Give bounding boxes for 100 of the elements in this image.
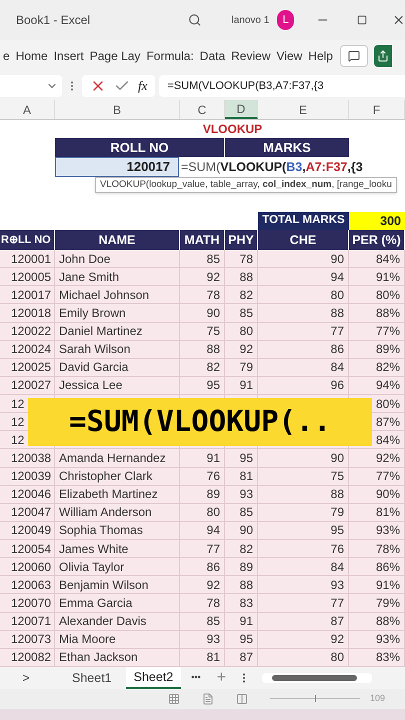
table-cell: 76 bbox=[180, 468, 225, 485]
table-cell: 120017 bbox=[0, 286, 55, 304]
table-cell: 89 bbox=[225, 558, 258, 576]
table-cell: 89% bbox=[349, 340, 405, 358]
ribbon-tab[interactable]: Formula: bbox=[143, 43, 197, 69]
table-cell: 94 bbox=[180, 522, 225, 539]
table-cell: Emma Garcia bbox=[55, 594, 180, 612]
table-cell: Alexander Davis bbox=[55, 612, 180, 630]
column-header[interactable]: A bbox=[0, 100, 55, 119]
table-cell: 77 bbox=[258, 594, 349, 612]
table-cell: William Anderson bbox=[55, 504, 180, 521]
column-header[interactable]: F bbox=[349, 100, 405, 119]
ribbon-tab[interactable]: Insert bbox=[50, 43, 87, 69]
table-cell: 77% bbox=[349, 322, 405, 340]
table-cell: 84% bbox=[349, 250, 405, 268]
table-cell: 120049 bbox=[0, 522, 55, 539]
table-cell: Emily Brown bbox=[55, 304, 180, 322]
table-cell: Mia Moore bbox=[55, 630, 180, 648]
table-cell: 120073 bbox=[0, 630, 55, 648]
cell-editor[interactable]: =SUM(VLOOKUP(B3,A7:F37,{3 bbox=[179, 157, 363, 177]
table-cell: 83% bbox=[349, 648, 405, 666]
table-header: MARKS bbox=[225, 138, 349, 157]
table-cell: 95 bbox=[225, 449, 258, 466]
table-cell: 95 bbox=[258, 522, 349, 539]
table-cell: 80 bbox=[225, 322, 258, 340]
table-cell: 88 bbox=[258, 304, 349, 322]
table-cell: 92 bbox=[180, 268, 225, 286]
sheet-tab[interactable]: Sheet2 bbox=[126, 666, 182, 689]
table-cell: 87 bbox=[258, 612, 349, 630]
avatar: L bbox=[277, 10, 294, 30]
table-cell: 86 bbox=[258, 340, 349, 358]
table-cell: 76 bbox=[258, 540, 349, 558]
table-cell: 88 bbox=[225, 576, 258, 594]
ribbon-tab[interactable]: Help bbox=[305, 43, 336, 69]
table-cell: Daniel Martinez bbox=[55, 322, 180, 340]
table-cell: 120070 bbox=[0, 594, 55, 612]
table-cell: 83 bbox=[225, 594, 258, 612]
table-cell: 85 bbox=[180, 612, 225, 630]
maximize-icon[interactable] bbox=[357, 14, 368, 26]
table-cell: 91% bbox=[349, 268, 405, 286]
table-cell: 120071 bbox=[0, 612, 55, 630]
table-cell: 120046 bbox=[0, 486, 55, 503]
table-cell: Olivia Taylor bbox=[55, 558, 180, 576]
table-cell: 79% bbox=[349, 594, 405, 612]
share-button[interactable] bbox=[374, 45, 392, 67]
ribbon-tab[interactable]: Data bbox=[196, 43, 228, 69]
table-cell: 78 bbox=[225, 250, 258, 268]
function-icon[interactable]: fx bbox=[138, 76, 148, 96]
table-header: R⊕LL NO bbox=[1, 232, 51, 248]
ribbon-tab[interactable]: View bbox=[274, 43, 306, 69]
table-cell: 79 bbox=[258, 504, 349, 521]
table-cell: 78% bbox=[349, 540, 405, 558]
more-sheets-button[interactable]: ••• bbox=[191, 671, 201, 685]
table-cell: 85 bbox=[225, 304, 258, 322]
table-cell: Michael Johnson bbox=[55, 286, 180, 304]
table-cell: 80 bbox=[258, 286, 349, 304]
table-cell: 79 bbox=[225, 358, 258, 376]
table-header: MATH bbox=[184, 232, 220, 249]
table-cell: 95 bbox=[225, 630, 258, 648]
sheet-tab[interactable]: Sheet1 bbox=[64, 666, 120, 689]
table-cell: 92% bbox=[349, 449, 405, 466]
ribbon-tab[interactable]: e bbox=[0, 43, 13, 69]
sheet-nav-button[interactable]: > bbox=[16, 668, 36, 688]
search-icon[interactable] bbox=[188, 12, 202, 28]
table-cell: 78 bbox=[180, 594, 225, 612]
table-cell: 87 bbox=[225, 648, 258, 666]
table-cell: 77% bbox=[349, 468, 405, 485]
table-cell: 96 bbox=[258, 376, 349, 394]
table-cell: Ethan Jackson bbox=[55, 648, 180, 666]
table-cell: 120025 bbox=[0, 358, 55, 376]
table-cell: 78 bbox=[180, 286, 225, 304]
table-cell: 81 bbox=[225, 468, 258, 485]
table-cell: 92 bbox=[258, 630, 349, 648]
ribbon-tab[interactable]: Page Lay bbox=[86, 43, 144, 69]
table-header: ROLL NO bbox=[55, 138, 225, 157]
column-header[interactable]: E bbox=[258, 100, 349, 119]
table-cell: 120054 bbox=[0, 540, 55, 558]
window-title: Book1 - Excel bbox=[16, 12, 90, 29]
table-cell: 120005 bbox=[0, 268, 55, 286]
table-cell: 80% bbox=[349, 286, 405, 304]
table-cell: 120022 bbox=[0, 322, 55, 340]
table-cell: 120001 bbox=[0, 250, 55, 268]
column-header[interactable]: D bbox=[225, 100, 258, 119]
table-cell: Amanda Hernandez bbox=[55, 449, 180, 466]
ribbon-tab[interactable]: Home bbox=[12, 43, 51, 69]
table-cell: 93% bbox=[349, 522, 405, 539]
column-header[interactable]: B bbox=[55, 100, 180, 119]
table-cell: 95 bbox=[180, 376, 225, 394]
comment-button[interactable] bbox=[340, 45, 368, 67]
table-cell: 120027 bbox=[0, 376, 55, 394]
table-cell: 80 bbox=[180, 504, 225, 521]
table-cell: 120063 bbox=[0, 576, 55, 594]
table-cell: 90 bbox=[225, 522, 258, 539]
ribbon-tab[interactable]: Review bbox=[228, 43, 274, 69]
table-cell: James White bbox=[55, 540, 180, 558]
table-cell: 93 bbox=[225, 486, 258, 503]
table-cell: 82 bbox=[225, 540, 258, 558]
table-cell: 88% bbox=[349, 304, 405, 322]
caption-banner: =SUM(VLOOKUP(.. bbox=[28, 398, 372, 446]
formula-field[interactable]: =SUM(VLOOKUP(B3,A7:F37,{3 bbox=[159, 75, 405, 97]
